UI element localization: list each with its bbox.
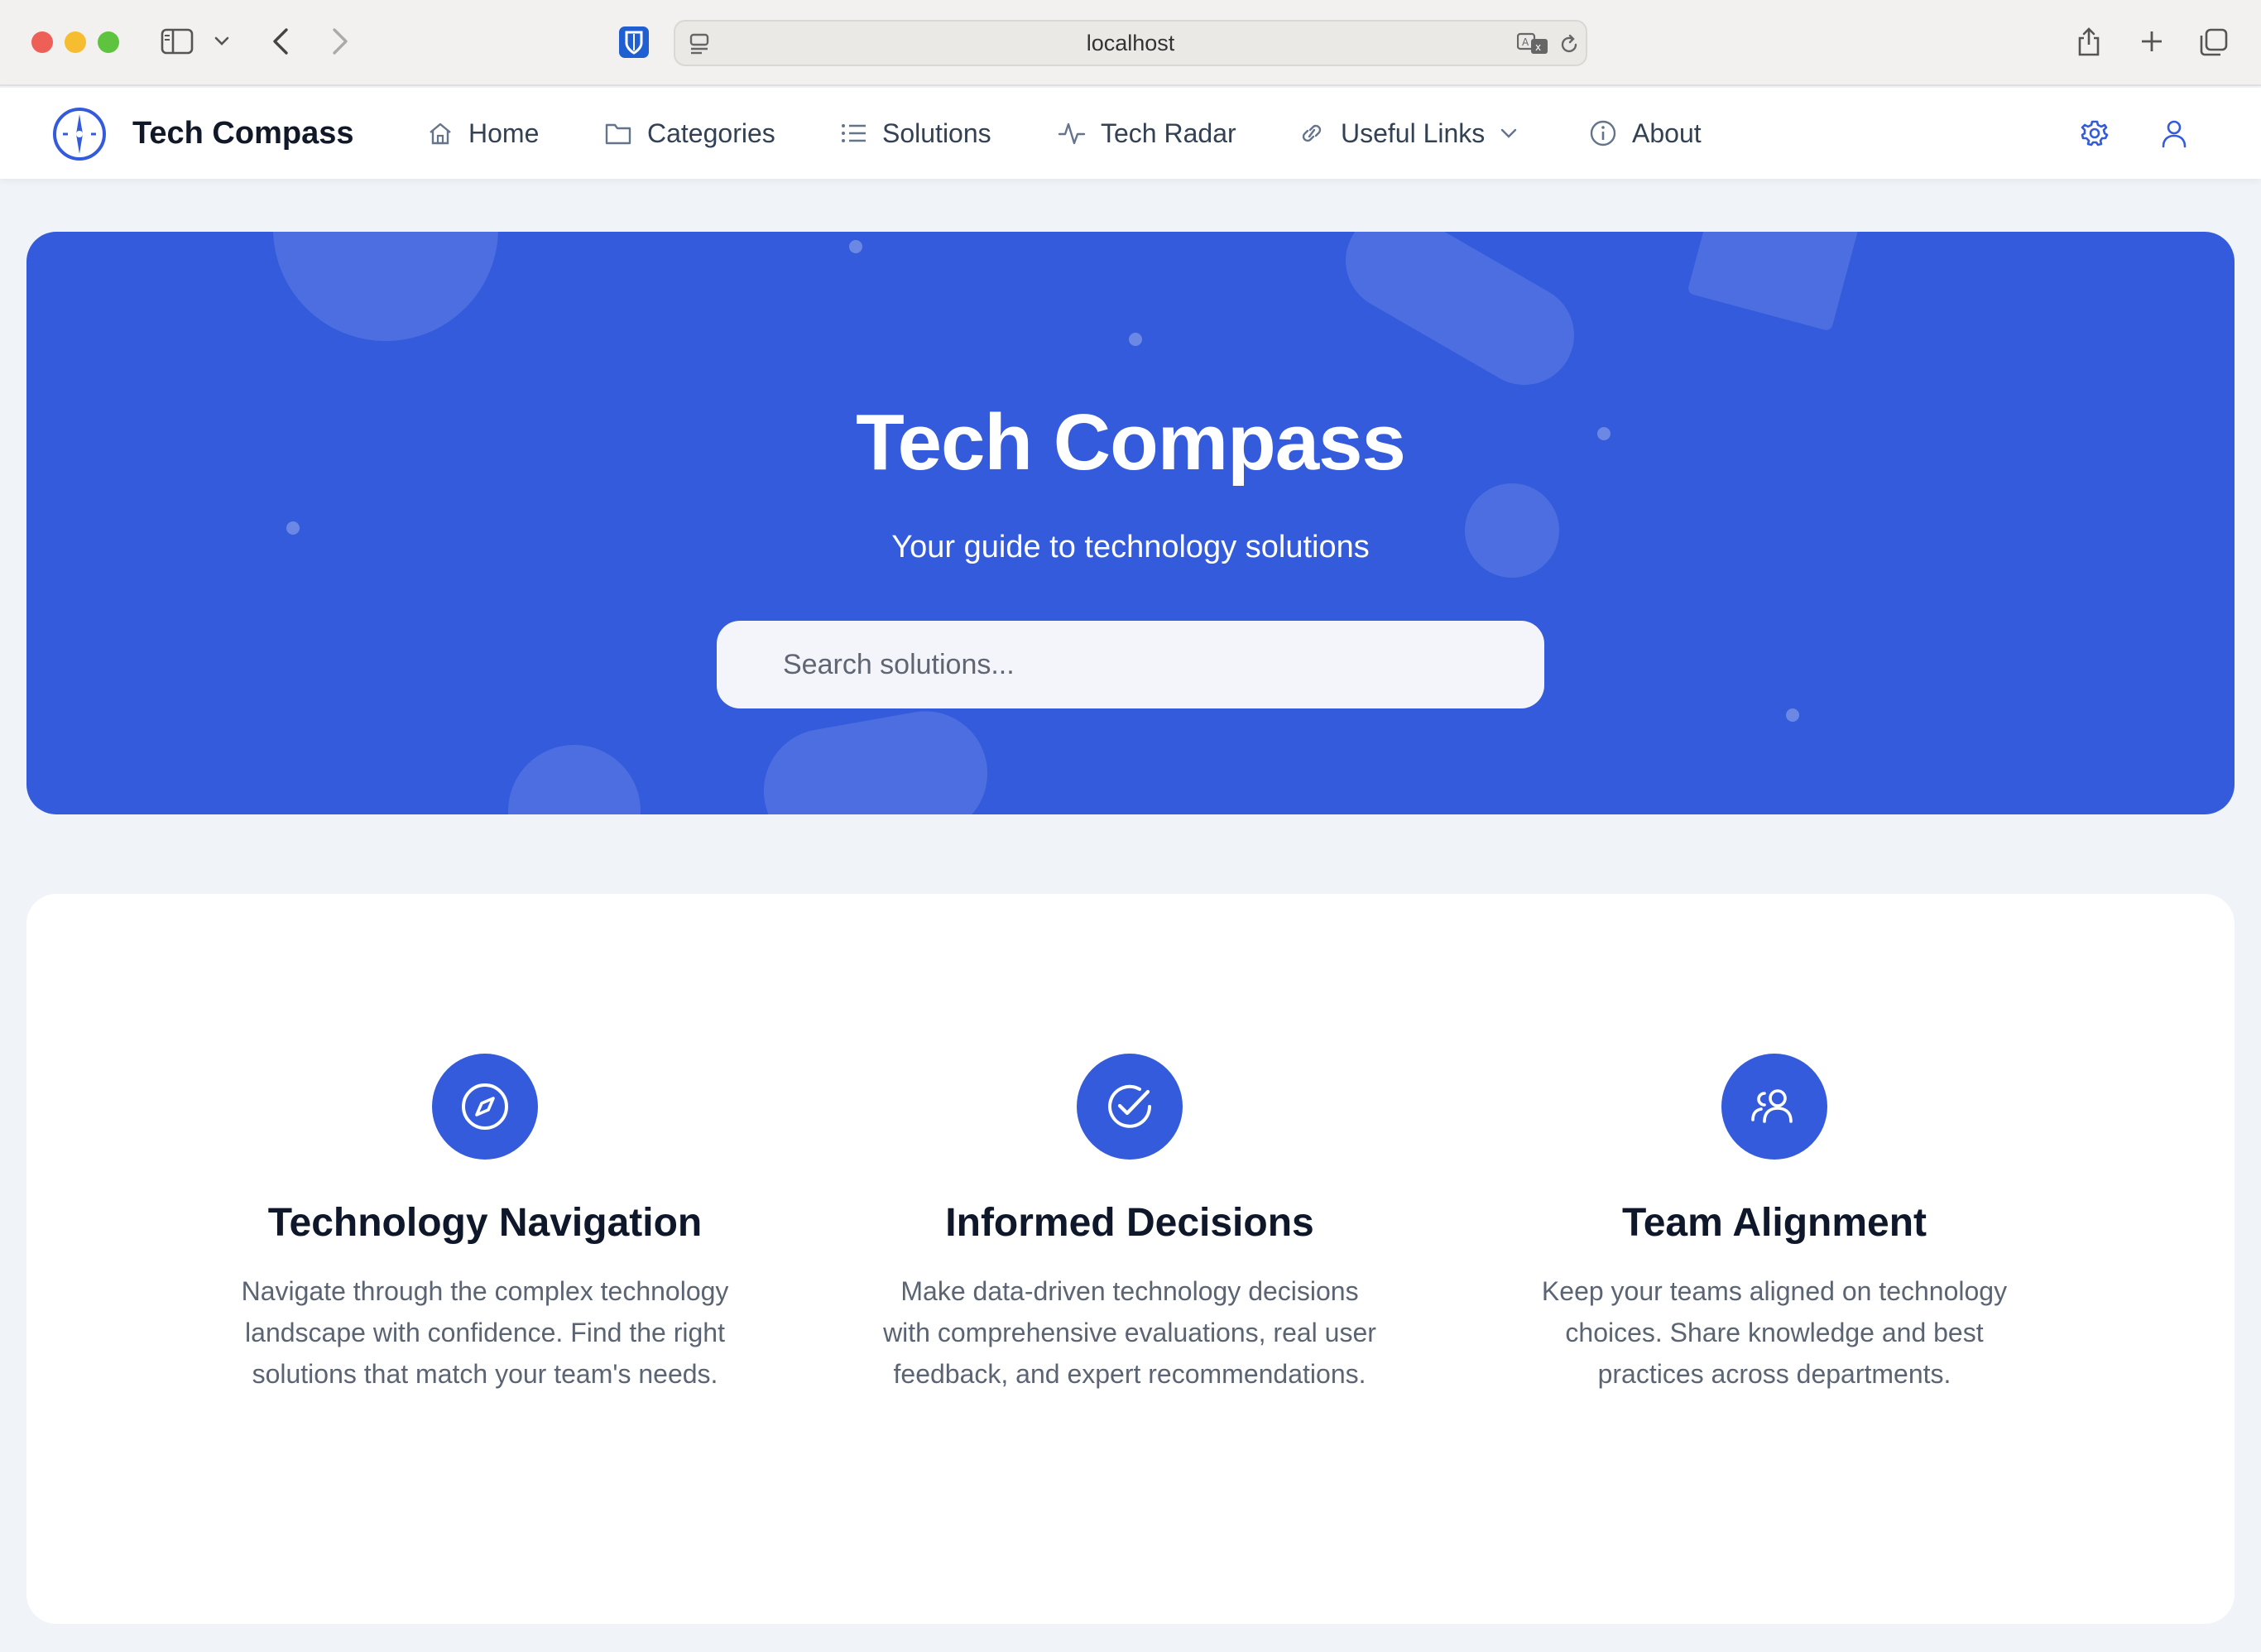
nav-item-tech-radar[interactable]: Tech Radar [1058, 88, 1236, 179]
nav-item-home[interactable]: Home [427, 88, 539, 179]
svg-text:A: A [1522, 36, 1529, 48]
nav-item-label: Useful Links [1341, 118, 1486, 148]
browser-toolbar: localhost Ax [0, 0, 2261, 86]
list-icon [841, 122, 867, 145]
nav-item-categories[interactable]: Categories [604, 88, 775, 179]
chevron-down-icon[interactable] [212, 31, 232, 51]
nav-item-useful-links[interactable]: Useful Links [1298, 88, 1518, 179]
nav-item-label: Tech Radar [1101, 118, 1236, 148]
translate-icon[interactable]: Ax [1516, 31, 1549, 56]
svg-text:x: x [1535, 41, 1541, 53]
settings-icon[interactable] [2077, 116, 2112, 151]
nav-item-label: Categories [647, 118, 775, 148]
new-tab-plus-icon[interactable] [2137, 26, 2167, 56]
nav-item-label: Home [468, 118, 540, 148]
activity-icon [1058, 121, 1086, 146]
folder-icon [604, 121, 632, 146]
feature-card-informed-decisions: Informed Decisions Make data-driven tech… [840, 894, 1419, 1624]
app-navbar: Tech Compass Home Categories Solutions T… [0, 88, 2261, 179]
features-section: Technology Navigation Navigate through t… [26, 894, 2235, 1624]
hero-banner: Tech Compass Your guide to technology so… [26, 232, 2235, 814]
brand-name[interactable]: Tech Compass [132, 88, 353, 179]
nav-item-label: About [1632, 118, 1702, 148]
users-icon [1721, 1054, 1827, 1160]
share-icon[interactable] [2074, 23, 2104, 60]
home-icon [427, 120, 454, 146]
feature-description: Navigate through the complex technology … [241, 1276, 729, 1389]
decorative-dot [1129, 333, 1142, 346]
hero-subtitle: Your guide to technology solutions [891, 530, 1370, 564]
forward-arrow-icon[interactable] [326, 25, 354, 58]
chevron-down-icon [1500, 127, 1518, 139]
compass-logo-icon[interactable] [51, 106, 108, 162]
feature-title: Informed Decisions [945, 1201, 1314, 1245]
url-text[interactable]: localhost [675, 22, 1586, 65]
nav-item-about[interactable]: About [1589, 88, 1702, 179]
hero-title: Tech Compass [856, 398, 1406, 487]
tab-overview-icon[interactable] [2198, 26, 2230, 58]
minimize-window-button[interactable] [65, 31, 86, 53]
check-circle-icon [1077, 1054, 1183, 1160]
sidebar-toggle-icon[interactable] [159, 26, 195, 56]
decorative-pill [754, 701, 997, 814]
zoom-window-button[interactable] [98, 31, 119, 53]
nav-item-solutions[interactable]: Solutions [841, 88, 991, 179]
decorative-pill [1327, 232, 1592, 403]
feature-card-technology-navigation: Technology Navigation Navigate through t… [195, 894, 775, 1624]
back-arrow-icon[interactable] [266, 25, 295, 58]
feature-description: Make data-driven technology decisions wi… [883, 1276, 1376, 1389]
decorative-circle [508, 745, 641, 814]
search-input[interactable] [717, 621, 1544, 708]
compass-icon [432, 1054, 538, 1160]
feature-title: Team Alignment [1621, 1201, 1927, 1245]
decorative-square [1687, 232, 1865, 332]
password-manager-shield-icon[interactable] [617, 25, 650, 60]
decorative-dot [1786, 708, 1799, 722]
link-icon [1298, 121, 1326, 146]
decorative-dot [849, 240, 862, 253]
nav-item-label: Solutions [882, 118, 991, 148]
feature-card-team-alignment: Team Alignment Keep your teams aligned o… [1485, 894, 2064, 1624]
close-window-button[interactable] [31, 31, 53, 53]
reload-icon[interactable] [1556, 31, 1582, 58]
decorative-circle [273, 232, 498, 341]
info-icon [1589, 119, 1617, 147]
address-bar[interactable]: localhost Ax [674, 20, 1587, 66]
feature-description: Keep your teams aligned on technology ch… [1541, 1276, 2008, 1389]
feature-title: Technology Navigation [267, 1201, 703, 1245]
user-icon[interactable] [2157, 116, 2191, 151]
